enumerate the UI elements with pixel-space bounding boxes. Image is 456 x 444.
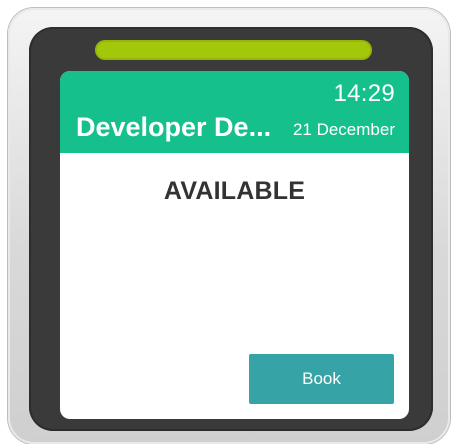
status-light-bar	[95, 40, 372, 60]
room-name: Developer De...	[76, 112, 272, 142]
current-date: 21 December	[292, 120, 395, 139]
current-time: 14:29	[333, 80, 395, 107]
header: 14:29 Developer De... 21 December	[60, 71, 409, 153]
book-button[interactable]: Book	[249, 354, 394, 404]
screen: 14:29 Developer De... 21 December AVAILA…	[60, 71, 409, 419]
availability-status: AVAILABLE	[163, 177, 306, 205]
